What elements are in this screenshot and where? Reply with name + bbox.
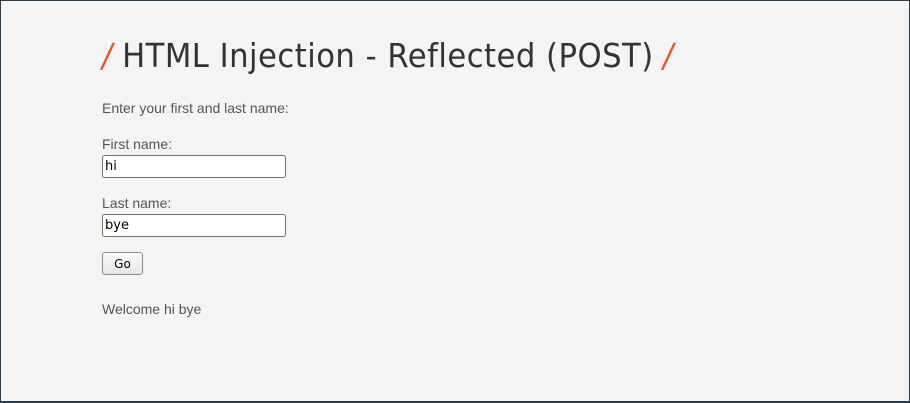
title-slash-left: / [102,36,113,75]
page-title-text: HTML Injection - Reflected (POST) [122,36,654,75]
title-slash-right: / [662,36,674,75]
go-button[interactable]: Go [102,252,143,275]
first-name-input[interactable] [102,155,286,178]
first-name-label: First name: [102,136,173,152]
welcome-message: Welcome hi bye [102,301,202,317]
main-content: / HTML Injection - Reflected (POST) / Ente… [102,28,882,317]
page-title: / HTML Injection - Reflected (POST) / [102,28,827,84]
last-name-input[interactable] [102,214,286,237]
form-instructions: Enter your first and last name: [102,100,289,116]
name-form: First name: Last name: Go [102,136,882,275]
last-name-label: Last name: [102,195,172,211]
